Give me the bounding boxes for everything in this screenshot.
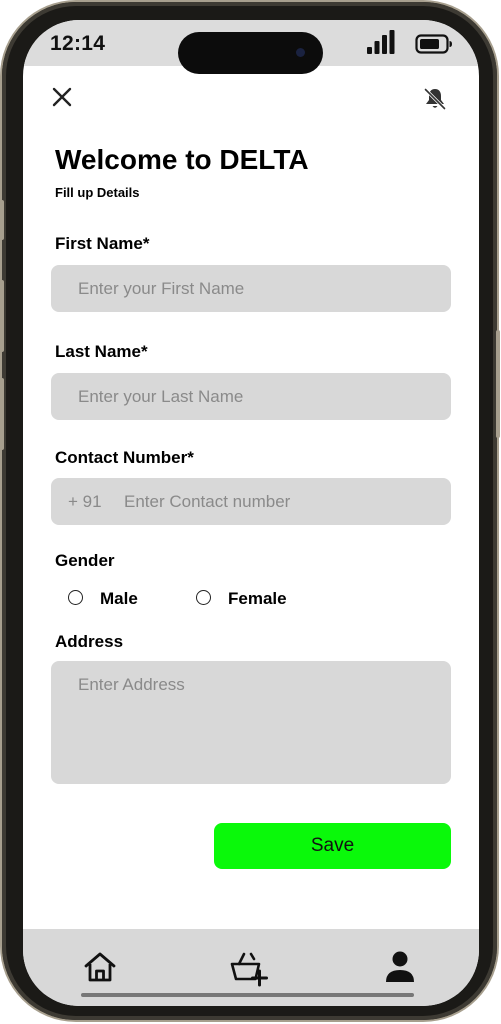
profile-icon[interactable] <box>380 947 420 987</box>
app-screen: 12:14 Welcome to DELTA Fill up Details F… <box>23 20 479 1006</box>
bottom-navigation <box>23 929 479 1006</box>
male-radio-label: Male <box>100 589 138 608</box>
save-button[interactable]: Save <box>214 823 451 869</box>
last-name-label: Last Name* <box>55 342 148 361</box>
last-name-input[interactable] <box>51 373 451 420</box>
dynamic-island <box>178 32 323 74</box>
first-name-label: First Name* <box>55 234 150 253</box>
page-subtitle: Fill up Details <box>55 185 140 200</box>
close-icon[interactable] <box>51 86 73 108</box>
first-name-input[interactable] <box>51 265 451 312</box>
home-indicator[interactable] <box>81 993 414 997</box>
contact-number-field: + 91 <box>51 478 451 525</box>
status-bar: 12:14 <box>23 20 479 74</box>
female-radio-label: Female <box>228 589 287 608</box>
country-code-prefix: + 91 <box>68 492 102 511</box>
address-label: Address <box>55 632 124 651</box>
female-radio-button[interactable] <box>196 590 211 605</box>
address-input[interactable] <box>51 661 451 784</box>
volume-down-button <box>0 378 4 450</box>
page-title: Welcome to DELTA <box>55 144 309 175</box>
cellular-signal-icon <box>367 30 395 54</box>
camera-icon <box>296 48 305 57</box>
battery-icon <box>415 34 452 54</box>
gender-option-female[interactable]: Female <box>196 589 296 609</box>
power-button <box>496 330 500 438</box>
status-time: 12:14 <box>50 32 106 55</box>
gender-label: Gender <box>55 551 115 570</box>
action-button <box>0 200 4 240</box>
male-radio-button[interactable] <box>68 590 83 605</box>
volume-up-button <box>0 280 4 352</box>
contact-number-input[interactable] <box>124 478 444 525</box>
cart-add-icon[interactable] <box>229 947 269 987</box>
bell-icon[interactable] <box>422 86 448 112</box>
contact-number-label: Contact Number* <box>55 448 194 467</box>
home-icon[interactable] <box>80 947 120 987</box>
gender-option-male[interactable]: Male <box>68 589 148 609</box>
